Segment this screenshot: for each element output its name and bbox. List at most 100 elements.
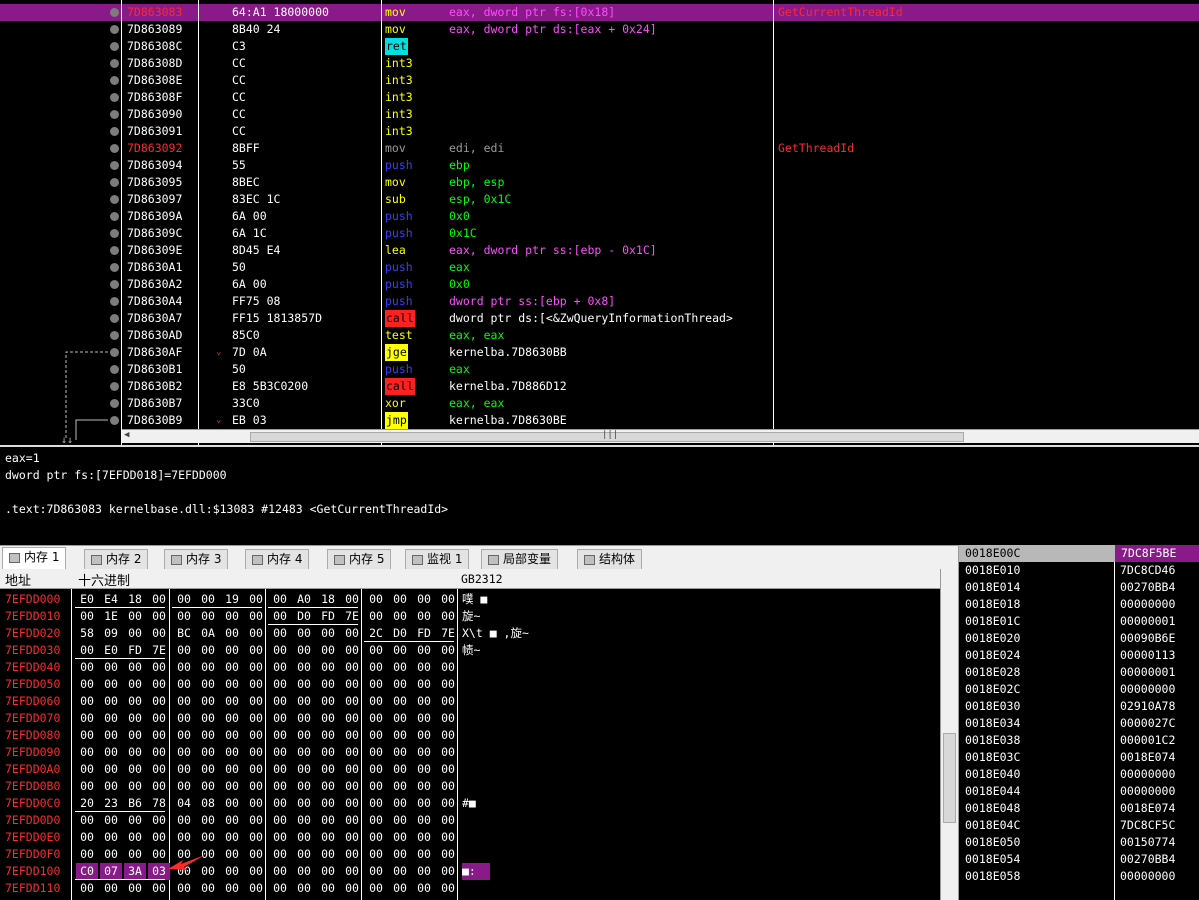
dump-byte[interactable]: E4	[100, 591, 122, 608]
dump-byte[interactable]: 00	[293, 812, 315, 829]
dump-byte[interactable]: 00	[365, 778, 387, 795]
dump-byte[interactable]: 00	[269, 676, 291, 693]
dump-byte[interactable]: 00	[173, 778, 195, 795]
dump-byte[interactable]: 00	[100, 693, 122, 710]
dump-byte[interactable]: 00	[317, 710, 339, 727]
dump-byte[interactable]: 00	[437, 676, 459, 693]
dump-row[interactable]: 7EFDD030 00 E0 FD 7E 00 00 00 00 00 00 00 00 00 00 00 00…	[0, 642, 940, 659]
stack-row[interactable]: 0018E018 00000000	[959, 596, 1199, 613]
dump-row[interactable]: 7EFDD0B0 00 00 00 00 00 00 00 00 00 00 00 00 00 00 00 00	[0, 778, 940, 795]
dump-byte[interactable]: 00	[389, 744, 411, 761]
dump-byte[interactable]: 00	[124, 608, 146, 625]
dump-byte[interactable]: 00	[124, 659, 146, 676]
dump-byte[interactable]: 00	[317, 761, 339, 778]
stack-row[interactable]: 0018E014 00270BB4	[959, 579, 1199, 596]
memory-dump[interactable]: 地址 十六进制 GB2312 7EFDD000 E0 E4 18 00 00 00 19 00 0…	[0, 569, 958, 900]
dump-byte[interactable]: 00	[317, 846, 339, 863]
dump-byte[interactable]: 00	[269, 710, 291, 727]
breakpoint-bullet-icon[interactable]	[110, 178, 119, 187]
disasm-row[interactable]: 7D8630AD 85C0 test eax, eax	[0, 327, 1199, 344]
dump-byte[interactable]: 00	[413, 846, 435, 863]
dump-byte[interactable]: 00	[389, 795, 411, 812]
tab-5[interactable]: 内存 5	[327, 549, 392, 570]
dump-byte[interactable]: 00	[173, 693, 195, 710]
dump-byte[interactable]: 00	[269, 625, 291, 642]
disasm-row[interactable]: 7D8630B7 33C0 xor eax, eax	[0, 395, 1199, 412]
breakpoint-bullet-icon[interactable]	[110, 280, 119, 289]
dump-byte[interactable]: 00	[413, 608, 435, 625]
dump-byte[interactable]: 00	[317, 659, 339, 676]
dump-byte[interactable]: 00	[245, 659, 267, 676]
dump-byte[interactable]: 00	[197, 880, 219, 897]
breakpoint-bullet-icon[interactable]	[110, 161, 119, 170]
breakpoint-bullet-icon[interactable]	[110, 229, 119, 238]
dump-byte[interactable]: 00	[341, 846, 363, 863]
breakpoint-bullet-icon[interactable]	[110, 76, 119, 85]
dump-byte[interactable]: D0	[293, 608, 315, 625]
dump-byte[interactable]: A0	[293, 591, 315, 608]
dump-byte[interactable]: 00	[124, 693, 146, 710]
dump-byte[interactable]: 00	[413, 795, 435, 812]
dump-byte[interactable]: 00	[365, 812, 387, 829]
dump-byte[interactable]: 00	[341, 727, 363, 744]
dump-byte[interactable]: 00	[148, 812, 170, 829]
dump-byte[interactable]: 00	[148, 693, 170, 710]
dump-byte[interactable]: 7E	[148, 642, 170, 659]
dump-byte[interactable]: 00	[437, 846, 459, 863]
dump-byte[interactable]: FD	[413, 625, 435, 642]
dump-byte[interactable]: 00	[293, 863, 315, 880]
dump-byte[interactable]: 00	[173, 710, 195, 727]
breakpoint-bullet-icon[interactable]	[110, 195, 119, 204]
dump-byte[interactable]: 00	[221, 710, 243, 727]
dump-byte[interactable]: 0A	[197, 625, 219, 642]
dump-byte[interactable]: 00	[197, 744, 219, 761]
breakpoint-bullet-icon[interactable]	[110, 127, 119, 136]
dump-byte[interactable]: 00	[437, 744, 459, 761]
dump-byte[interactable]: 00	[413, 659, 435, 676]
breakpoint-bullet-icon[interactable]	[110, 144, 119, 153]
dump-byte[interactable]: 00	[317, 744, 339, 761]
dump-byte[interactable]: 00	[76, 880, 98, 897]
dump-byte[interactable]: 00	[173, 761, 195, 778]
disasm-row[interactable]: 7D863095 8BEC mov ebp, esp	[0, 174, 1199, 191]
dump-byte[interactable]: 00	[413, 778, 435, 795]
dump-byte[interactable]: 00	[341, 710, 363, 727]
dump-byte[interactable]: 00	[269, 795, 291, 812]
dump-byte[interactable]: 00	[148, 625, 170, 642]
dump-byte[interactable]: 00	[173, 812, 195, 829]
disasm-row[interactable]: 7D8630A4 FF75 08 push dword ptr ss:[ebp + 0…	[0, 293, 1199, 310]
disasm-row[interactable]: 7D86308E CC int3	[0, 72, 1199, 89]
dump-byte[interactable]: 00	[365, 863, 387, 880]
dump-byte[interactable]: 00	[221, 812, 243, 829]
dump-byte[interactable]: 00	[173, 608, 195, 625]
dump-byte[interactable]: 00	[365, 659, 387, 676]
stack-row[interactable]: 0018E03C 0018E074	[959, 749, 1199, 766]
dump-row[interactable]: 7EFDD0D0 00 00 00 00 00 00 00 00 00 00 00 00 00 00 00 00	[0, 812, 940, 829]
dump-byte[interactable]: 00	[197, 608, 219, 625]
dump-byte[interactable]: 00	[148, 761, 170, 778]
dump-byte[interactable]: 00	[341, 863, 363, 880]
dump-byte[interactable]: 00	[245, 795, 267, 812]
disasm-row[interactable]: 7D863092 8BFF mov edi, edi GetThreadId	[0, 140, 1199, 157]
dump-byte[interactable]: 00	[197, 812, 219, 829]
dump-byte[interactable]: 00	[124, 846, 146, 863]
dump-byte[interactable]: 00	[389, 863, 411, 880]
dump-byte[interactable]: 00	[437, 608, 459, 625]
dump-byte[interactable]: 2C	[365, 625, 387, 642]
disasm-row[interactable]: 7D863091 CC int3	[0, 123, 1199, 140]
disasm-row[interactable]: 7D8630A1 50 push eax	[0, 259, 1199, 276]
dump-byte[interactable]: 04	[173, 795, 195, 812]
dump-byte[interactable]: 00	[389, 778, 411, 795]
dump-row[interactable]: 7EFDD110 00 00 00 00 00 00 00 00 00 00 00 00 00 00 00 00	[0, 880, 940, 897]
dump-byte[interactable]: 00	[437, 659, 459, 676]
dump-byte[interactable]: 1E	[100, 608, 122, 625]
dump-byte[interactable]: 07	[100, 863, 122, 880]
dump-byte[interactable]: 00	[413, 693, 435, 710]
dump-byte[interactable]: 00	[437, 812, 459, 829]
tab-1[interactable]: 内存 1	[2, 547, 67, 570]
dump-byte[interactable]: 00	[124, 880, 146, 897]
dump-byte[interactable]: 00	[245, 761, 267, 778]
dump-byte[interactable]: 00	[100, 812, 122, 829]
dump-byte[interactable]: 23	[100, 795, 122, 812]
dump-byte[interactable]: 00	[221, 727, 243, 744]
